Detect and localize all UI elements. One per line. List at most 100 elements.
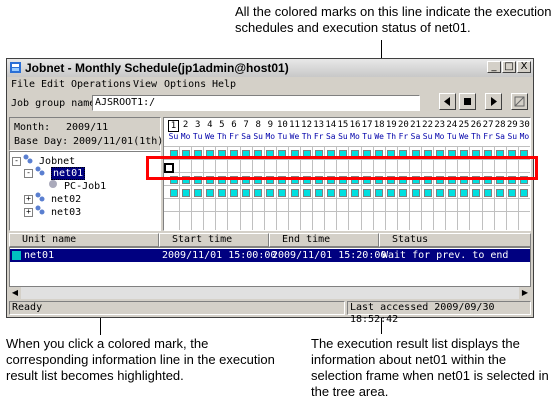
menu-file[interactable]: File — [11, 79, 35, 90]
column-status[interactable]: Status — [379, 233, 531, 247]
schedule-mark[interactable] — [459, 189, 468, 197]
schedule-mark[interactable] — [484, 189, 493, 197]
result-unit: net01 — [24, 250, 55, 261]
column-end-time[interactable]: End time — [269, 233, 379, 247]
expand-toggle[interactable]: + — [24, 194, 33, 204]
schedule-mark[interactable] — [278, 189, 287, 197]
menu-edit[interactable]: Edit — [41, 79, 65, 90]
result-start: 2009/11/01 15:00:00 — [162, 250, 277, 261]
schedule-mark[interactable] — [423, 189, 432, 197]
stop-button[interactable] — [459, 93, 476, 110]
schedule-mark[interactable] — [290, 189, 299, 197]
schedule-mark[interactable] — [508, 189, 517, 197]
job-group-label: Job group name: — [11, 98, 102, 109]
schedule-mark[interactable] — [435, 189, 444, 197]
callout-bottom-right: The execution result list displays the i… — [311, 336, 549, 399]
horizontal-scrollbar[interactable]: ◀ ▶ — [9, 287, 531, 299]
calendar-day-number: 20 — [397, 120, 409, 130]
calendar-day-number: 5 — [219, 120, 225, 130]
schedule-mark[interactable] — [399, 189, 408, 197]
previous-icon — [444, 97, 450, 106]
tree-item-net03[interactable]: + net03 — [24, 205, 81, 218]
schedule-mark[interactable] — [266, 189, 275, 197]
base-day-value: 2009/11/01(1th) — [73, 136, 164, 147]
tree-item-net01[interactable]: - net01 — [24, 166, 86, 180]
tree-area: - Jobnet - net01 PC-Job1 + net02 + net03 — [9, 151, 161, 231]
selection-frame-highlight — [146, 156, 538, 180]
tree-item-pc-job1[interactable]: PC-Job1 — [48, 179, 106, 192]
menu-help[interactable]: Help — [212, 79, 236, 90]
tree-item-net02[interactable]: + net02 — [24, 192, 81, 205]
schedule-mark[interactable] — [230, 189, 238, 197]
calendar-row-divider — [164, 211, 530, 212]
calendar-weekday: Mo — [180, 132, 191, 141]
callout-bottom-left: When you click a colored mark, the corre… — [6, 336, 275, 383]
result-end: 2009/11/01 15:20:00 — [272, 250, 387, 261]
schedule-mark[interactable] — [181, 189, 190, 197]
jobnet-icon — [23, 154, 33, 164]
schedule-mark[interactable] — [302, 189, 311, 197]
tree-label-net02: net02 — [51, 194, 82, 205]
scroll-left-icon[interactable]: ◀ — [9, 287, 21, 299]
schedule-mark[interactable] — [496, 189, 505, 197]
schedule-mark[interactable] — [338, 189, 347, 197]
maximize-button[interactable]: □ — [502, 61, 516, 73]
schedule-mark[interactable] — [314, 189, 323, 197]
schedule-mark[interactable] — [472, 189, 480, 197]
result-row-net01[interactable]: net01 2009/11/01 15:00:00 2009/11/01 15:… — [10, 249, 530, 262]
calendar-weekday: Th — [471, 132, 481, 141]
schedule-mark[interactable] — [254, 189, 263, 197]
calendar-weekday: Tu — [277, 132, 288, 141]
next-icon — [491, 97, 497, 106]
schedule-mark[interactable] — [193, 189, 202, 197]
menu-view[interactable]: View — [133, 79, 157, 90]
schedule-mark[interactable] — [447, 189, 456, 197]
calendar-weekday: We — [374, 132, 384, 141]
calendar-day-number: 22 — [422, 120, 434, 130]
schedule-mark[interactable] — [169, 189, 178, 197]
expand-toggle[interactable]: + — [24, 207, 33, 217]
calendar-weekday: Mo — [350, 132, 360, 141]
settings-button[interactable] — [511, 93, 528, 110]
calendar-day-number: 8 — [255, 120, 261, 130]
calendar-weekday: We — [459, 132, 469, 141]
column-unit-name[interactable]: Unit name — [9, 233, 159, 247]
minimize-button[interactable]: _ — [487, 61, 501, 73]
schedule-mark[interactable] — [242, 189, 251, 197]
collapse-toggle[interactable]: - — [24, 168, 33, 178]
calendar-weekday: Su — [253, 132, 263, 141]
calendar-weekday: Th — [301, 132, 312, 141]
collapse-toggle[interactable]: - — [12, 156, 21, 166]
calendar-weekday: Mo — [434, 132, 445, 141]
next-button[interactable] — [485, 93, 502, 110]
calendar-day-number: 25 — [458, 120, 470, 130]
schedule-mark[interactable] — [326, 189, 335, 197]
execution-result-list: net01 2009/11/01 15:00:00 2009/11/01 15:… — [9, 247, 531, 287]
menu-operations[interactable]: Operations — [71, 79, 131, 90]
calendar-day-number: 3 — [194, 120, 201, 130]
column-start-time[interactable]: Start time — [159, 233, 269, 247]
calendar-day-number: 19 — [385, 120, 397, 130]
calendar-day-number: 30 — [518, 120, 530, 130]
title-bar[interactable]: Jobnet - Monthly Schedule(jp1admin@host0… — [7, 59, 533, 77]
schedule-mark[interactable] — [387, 189, 396, 197]
close-button[interactable]: X — [517, 61, 531, 73]
schedule-mark[interactable] — [351, 189, 359, 197]
calendar-day-number: 14 — [325, 120, 337, 130]
schedule-mark[interactable] — [520, 189, 529, 197]
calendar-day-number: 16 — [349, 120, 361, 130]
result-status: Wait for prev. to end — [382, 250, 509, 261]
schedule-mark[interactable] — [217, 189, 226, 197]
schedule-mark[interactable] — [375, 189, 384, 197]
previous-button[interactable] — [439, 93, 456, 110]
menu-options[interactable]: Options — [164, 79, 206, 90]
calendar-day-number: 23 — [434, 120, 446, 130]
scroll-right-icon[interactable]: ▶ — [519, 287, 531, 299]
schedule-mark[interactable] — [363, 189, 372, 197]
calendar-weekday: Th — [386, 132, 397, 141]
schedule-mark[interactable] — [411, 189, 420, 197]
schedule-mark[interactable] — [205, 189, 214, 197]
job-group-field[interactable]: AJSROOT1:/ — [92, 95, 420, 111]
calendar-day-number: 10 — [276, 120, 288, 130]
window-title: Jobnet - Monthly Schedule(jp1admin@host0… — [25, 61, 289, 75]
